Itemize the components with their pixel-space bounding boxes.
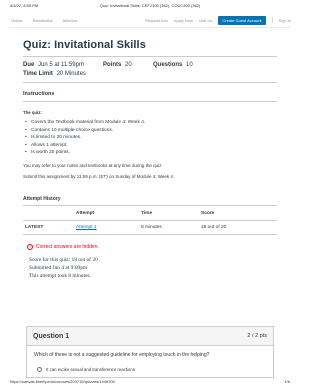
nav-athletics-link[interactable]: Athletics (62, 18, 77, 23)
attempt-1-link[interactable]: Attempt 1 (76, 225, 97, 230)
duration-line: This attempt took 8 minutes. (29, 272, 91, 279)
questions-field: Questions 10 (153, 62, 193, 68)
column-header: Score (201, 207, 277, 221)
divider (23, 56, 277, 57)
top-nav: Online Residential Athletics Request Inf… (9, 13, 291, 28)
submission-note: Submit this assignment by 11:59 p.m. (ET… (23, 173, 175, 179)
instructions-note: You may refer to your notes and textbook… (23, 162, 163, 168)
nav-residential-link[interactable]: Residential (33, 18, 53, 23)
list-item: Is limited to 20 minutes. (23, 134, 277, 142)
divider (23, 204, 277, 206)
due-field: Due Jun 5 at 11:59pm (23, 62, 84, 68)
list-item: Allows 1 attempt. (23, 142, 277, 150)
column-header: Time (141, 207, 201, 221)
page-title: Quiz: Invitational Skills (23, 39, 146, 51)
instructions-list: Covers the Textbook material from Module… (23, 119, 277, 157)
score-summary: Score for this quiz: 18 out of 20 Submit… (29, 256, 277, 280)
create-guest-account-button[interactable]: Create Guest Account (218, 15, 266, 25)
question-header: Question 1 2 / 2 pts (27, 327, 273, 346)
quiz-meta: Due Jun 5 at 11:59pm Points 20 Questions… (23, 62, 277, 77)
list-item: Is worth 20 points. (23, 149, 277, 157)
score-line: Score for this quiz: 18 out of 20 (29, 256, 98, 263)
attempt-time: 8 minutes (141, 220, 201, 235)
nav-request-info-link[interactable]: Request Info (145, 18, 168, 23)
print-header: 4/4/22, 8:59 PM Quiz: Invitational Skill… (10, 3, 290, 10)
instructions-heading: Instructions (23, 91, 55, 97)
latest-label: LATEST (23, 220, 76, 235)
nav-online-link[interactable]: Online (11, 18, 23, 23)
nav-divider (271, 17, 273, 23)
attempt-score: 18 out of 20 (201, 220, 277, 235)
time-limit-field: Time Limit 20 Minutes (23, 71, 86, 77)
table-row: LATEST Attempt 1 8 minutes 18 out of 20 (23, 220, 277, 235)
question-body: Which of these is not a suggested guidel… (27, 346, 273, 377)
answer-option-label: It can evoke sexual and transference rea… (46, 367, 135, 372)
divider (23, 82, 277, 83)
nav-apply-link[interactable]: Apply Now (174, 18, 193, 23)
list-item: Contains 10 multiple-choice questions. (23, 127, 277, 135)
points-field: Points 20 (103, 62, 132, 68)
print-url: https://canvas.liberty.edu/courses/20371… (10, 379, 115, 384)
answers-hidden-text: Correct answers are hidden. (36, 243, 99, 250)
question-title: Question 1 (33, 332, 70, 340)
attempt-history-heading: Attempt History (23, 195, 61, 202)
submitted-line: Submitted Jun 4 at 9:09pm (29, 264, 88, 271)
warning-icon: ! (27, 243, 33, 250)
question-card: Question 1 2 / 2 pts Which of these is n… (26, 326, 274, 378)
print-footer: https://canvas.liberty.edu/courses/20371… (10, 379, 290, 384)
list-item: Covers the Textbook material from Module… (23, 119, 277, 127)
column-header: Attempt (76, 207, 141, 221)
answers-hidden-notice: ! Correct answers are hidden. (27, 243, 277, 250)
page-number: 1/6 (284, 379, 290, 384)
answer-option[interactable]: It can evoke sexual and transference rea… (37, 366, 266, 373)
sign-in-link[interactable]: Sign In (279, 18, 291, 23)
column-header (23, 207, 76, 221)
nav-visit-link[interactable]: Visit Us (199, 18, 212, 23)
attempt-history-table: Attempt Time Score LATEST Attempt 1 8 mi… (23, 207, 277, 235)
print-page-title: Quiz: Invitational Skills: CEF2305 (362)… (99, 3, 201, 8)
question-text: Which of these is not a suggested guidel… (34, 352, 210, 358)
question-points: 2 / 2 pts (247, 333, 267, 339)
print-date: 4/4/22, 8:59 PM (10, 3, 39, 8)
table-header-row: Attempt Time Score (23, 207, 277, 221)
divider (23, 101, 277, 102)
quiz-subheading: The quiz: (23, 110, 42, 115)
radio-button[interactable] (37, 367, 42, 372)
quiz-content: Quiz: Invitational Skills Due Jun 5 at 1… (23, 28, 277, 280)
